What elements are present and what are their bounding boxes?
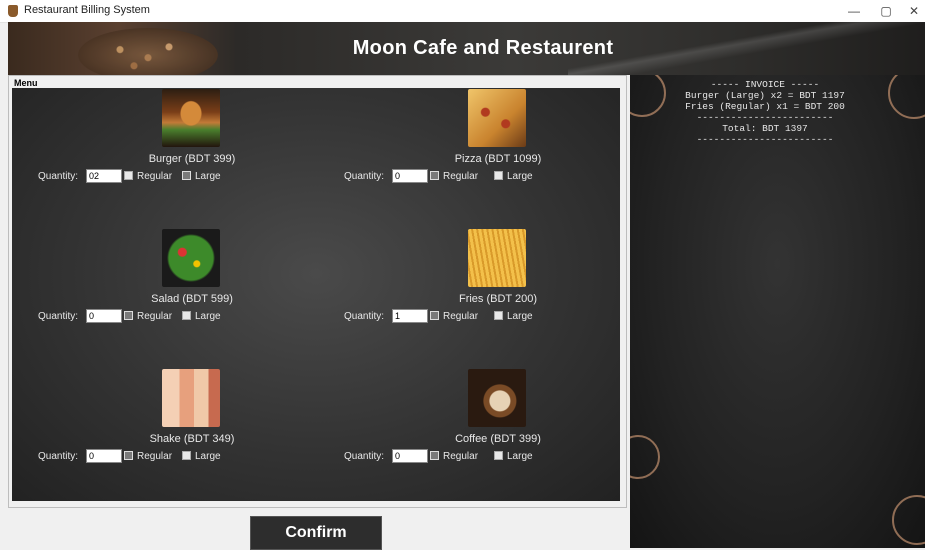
invoice-total: Total: BDT 1397 [722,123,808,134]
checkbox-icon [430,451,439,460]
quantity-label: Quantity: [344,451,385,462]
ornament-swirl [892,495,925,545]
app-icon [8,5,18,17]
ornament-swirl [630,435,660,479]
salad-regular-option[interactable]: Regular [124,311,172,322]
coffee-image [468,369,526,427]
shake-image [162,369,220,427]
window-title: Restaurant Billing System [24,4,150,16]
checkbox-icon [494,311,503,320]
coffee-large-option[interactable]: Large [494,451,533,462]
invoice-divider: ------------------------ [696,134,834,145]
checkbox-icon [430,311,439,320]
shake-regular-option[interactable]: Regular [124,451,172,462]
checkbox-icon [124,451,133,460]
menu-label: Menu [14,78,38,88]
checkbox-icon [430,171,439,180]
salad-quantity-input[interactable] [86,309,122,323]
checkbox-icon [182,451,191,460]
fries-image [468,229,526,287]
pizza-regular-option[interactable]: Regular [430,171,478,182]
quantity-label: Quantity: [38,451,79,462]
pizza-large-option[interactable]: Large [494,171,533,182]
checkbox-icon [494,451,503,460]
quantity-row: Quantity: Regular Large [338,449,638,465]
menu-item-shake: Shake (BDT 349) Quantity: Regular Large [38,369,292,489]
menu-board: Burger (BDT 399) Quantity: Regular Large… [12,88,620,501]
item-name: Burger (BDT 399) [148,153,236,165]
pizza-image [468,89,526,147]
quantity-row: Quantity: Regular Large [338,309,638,325]
invoice-line: Burger (Large) x2 = BDT 1197 [685,90,845,101]
invoice-panel: ----- INVOICE ----- Burger (Large) x2 = … [630,75,925,548]
coffee-regular-option[interactable]: Regular [430,451,478,462]
pizza-quantity-input[interactable] [392,169,428,183]
close-button[interactable]: ✕ [900,2,925,20]
invoice-divider: ------------------------ [696,112,834,123]
item-name: Salad (BDT 599) [151,293,233,305]
checkbox-icon [182,311,191,320]
quantity-label: Quantity: [38,171,79,182]
menu-item-coffee: Coffee (BDT 399) Quantity: Regular Large [344,369,598,489]
item-name: Pizza (BDT 1099) [454,153,542,165]
quantity-row: Quantity: Regular Large [32,169,332,185]
minimize-button[interactable]: — [840,2,868,20]
checkbox-icon [182,171,191,180]
invoice-text: ----- INVOICE ----- Burger (Large) x2 = … [630,79,900,145]
quantity-row: Quantity: Regular Large [32,309,332,325]
menu-item-salad: Salad (BDT 599) Quantity: Regular Large [38,229,292,349]
fries-quantity-input[interactable] [392,309,428,323]
salad-large-option[interactable]: Large [182,311,221,322]
checkbox-icon [124,311,133,320]
item-name: Shake (BDT 349) [149,433,235,445]
quantity-label: Quantity: [344,311,385,322]
coffee-quantity-input[interactable] [392,449,428,463]
restaurant-title: Moon Cafe and Restaurent [352,37,614,59]
shake-large-option[interactable]: Large [182,451,221,462]
burger-image [162,89,220,147]
menu-item-burger: Burger (BDT 399) Quantity: Regular Large [38,89,292,209]
menu-item-fries: Fries (BDT 200) Quantity: Regular Large [344,229,598,349]
quantity-row: Quantity: Regular Large [32,449,332,465]
invoice-line: Fries (Regular) x1 = BDT 200 [685,101,845,112]
quantity-label: Quantity: [344,171,385,182]
salad-image [162,229,220,287]
burger-quantity-input[interactable] [86,169,122,183]
quantity-label: Quantity: [38,311,79,322]
burger-regular-option[interactable]: Regular [124,171,172,182]
invoice-header: ----- INVOICE ----- [710,79,820,90]
title-bar: Restaurant Billing System — ▢ ✕ [0,0,925,23]
header-banner: Moon Cafe and Restaurent [8,22,925,75]
checkbox-icon [494,171,503,180]
menu-item-pizza: Pizza (BDT 1099) Quantity: Regular Large [344,89,598,209]
confirm-button[interactable]: Confirm [250,516,382,550]
fries-regular-option[interactable]: Regular [430,311,478,322]
fries-large-option[interactable]: Large [494,311,533,322]
item-name: Fries (BDT 200) [458,293,538,305]
checkbox-icon [124,171,133,180]
quantity-row: Quantity: Regular Large [338,169,638,185]
maximize-button[interactable]: ▢ [872,2,900,20]
shake-quantity-input[interactable] [86,449,122,463]
burger-large-option[interactable]: Large [182,171,221,182]
item-name: Coffee (BDT 399) [455,433,541,445]
